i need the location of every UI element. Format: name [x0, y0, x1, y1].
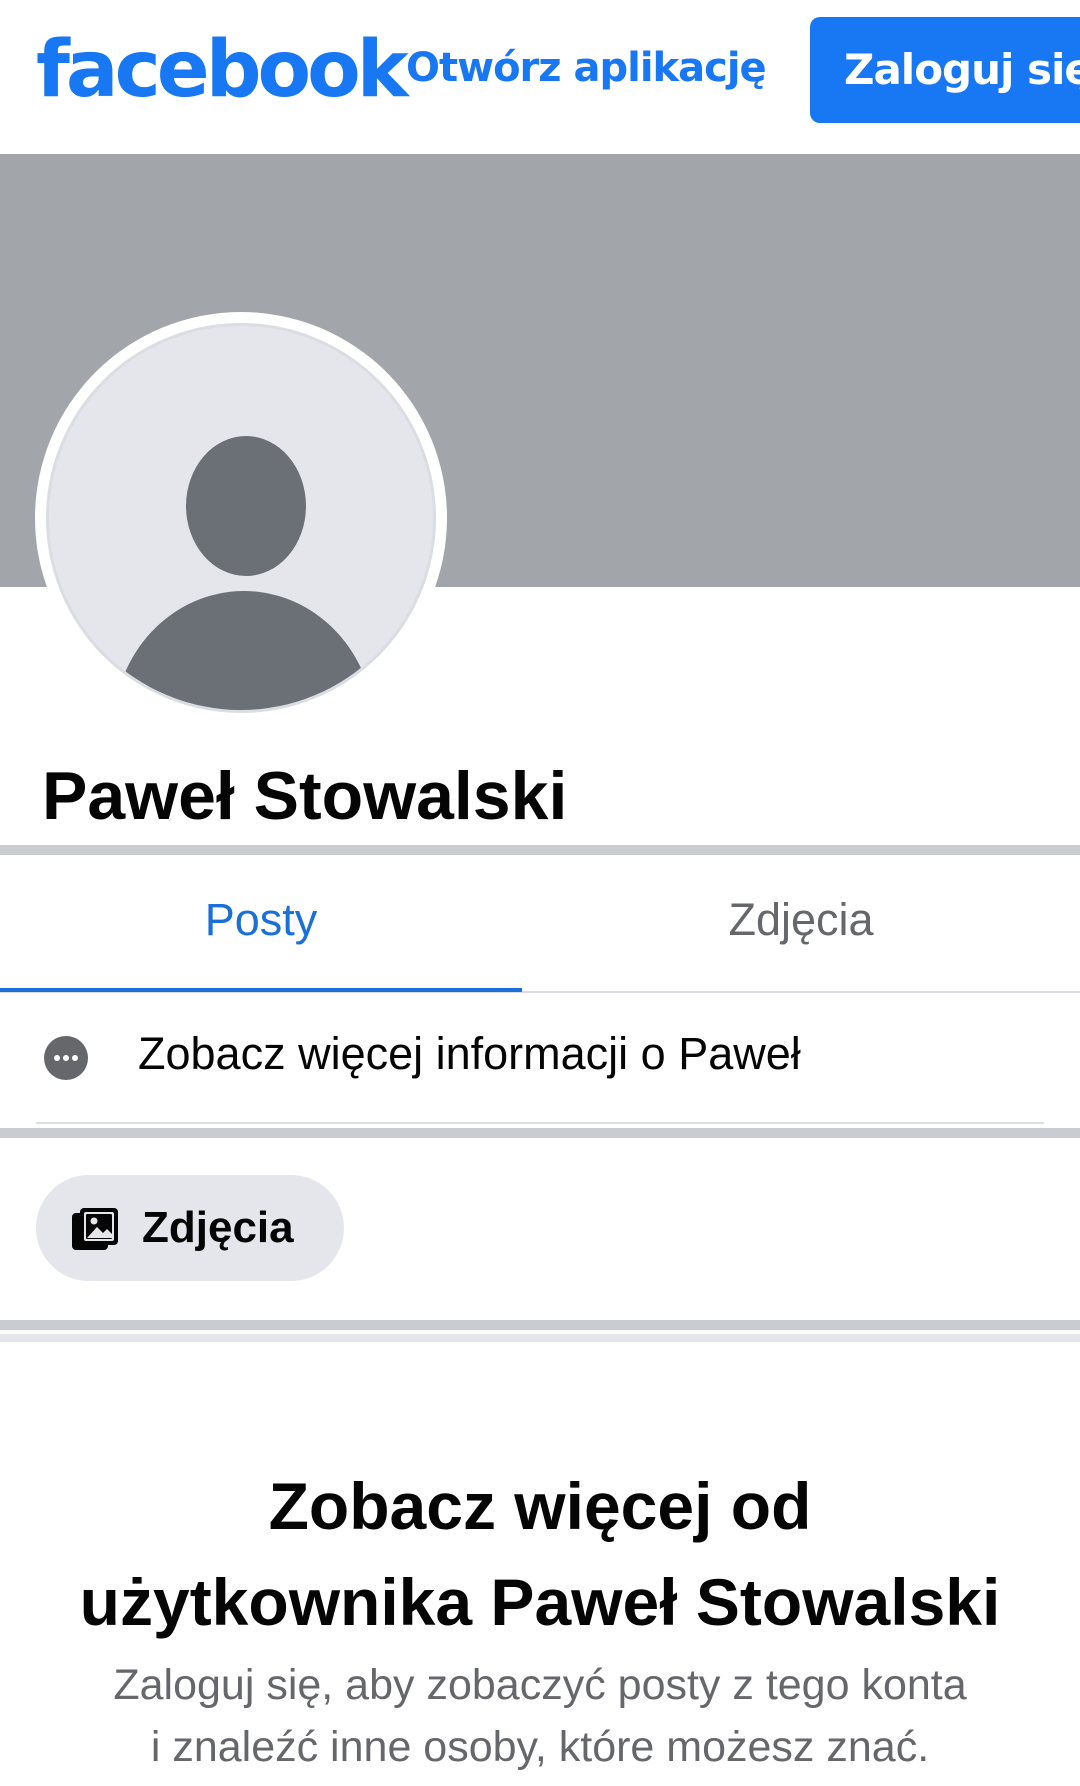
cta-subtitle-line-2: i znaleźć inne osoby, które możesz znać. — [150, 1723, 930, 1771]
facebook-logo[interactable]: facebook — [36, 22, 409, 118]
cta-subtitle-line-1: Zaloguj się, aby zobaczyć posty z tego k… — [113, 1661, 967, 1709]
more-info-row[interactable]: Zobacz więcej informacji o Paweł — [0, 994, 1080, 1124]
section-divider — [0, 1320, 1080, 1330]
active-tab-indicator — [0, 988, 522, 992]
photos-chip-label: Zdjęcia — [142, 1203, 294, 1252]
tab-photos[interactable]: Zdjęcia — [522, 856, 1080, 992]
avatar-body-shape — [113, 591, 375, 710]
login-button[interactable]: Zaloguj się — [810, 17, 1080, 123]
login-cta-title: Zobacz więcej od użytkownika Paweł Stowa… — [0, 1458, 1080, 1650]
section-divider — [0, 845, 1080, 855]
section-divider — [0, 1128, 1080, 1138]
photos-chip-button[interactable]: Zdjęcia — [36, 1175, 344, 1281]
section-divider-light — [0, 1334, 1080, 1342]
login-cta-subtitle: Zaloguj się, aby zobaczyć posty z tego k… — [0, 1654, 1080, 1778]
profile-name: Paweł Stowalski — [42, 758, 568, 834]
profile-avatar[interactable] — [35, 312, 447, 724]
photos-icon — [72, 1208, 118, 1250]
more-info-label: Zobacz więcej informacji o Paweł — [138, 1028, 801, 1079]
cta-title-line-2: użytkownika Paweł Stowalski — [79, 1565, 1001, 1639]
tab-posts[interactable]: Posty — [0, 856, 522, 992]
cta-title-line-1: Zobacz więcej od — [268, 1469, 812, 1543]
info-row-rule — [36, 1122, 1044, 1124]
open-app-link[interactable]: Otwórz aplikację — [406, 40, 767, 96]
top-bar: facebook Otwórz aplikację Zaloguj się — [0, 0, 1080, 154]
default-avatar-icon — [46, 323, 436, 713]
profile-tabs: Posty Zdjęcia — [0, 856, 1080, 992]
avatar-head-shape — [186, 436, 306, 576]
more-dots-icon — [44, 1036, 88, 1080]
